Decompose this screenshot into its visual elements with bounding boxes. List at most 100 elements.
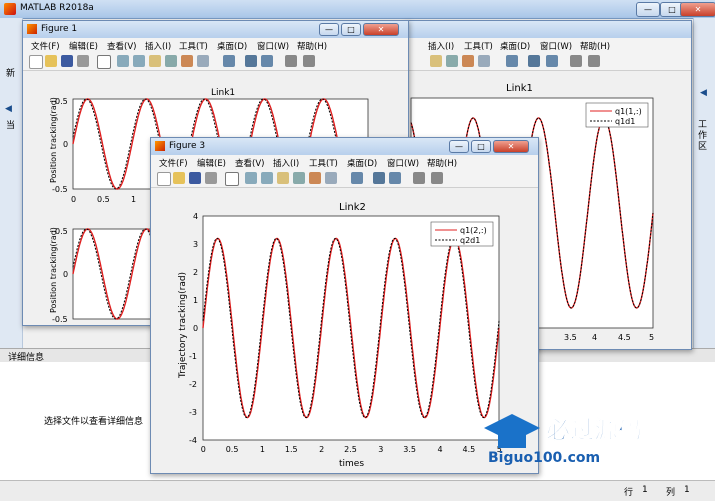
menu-tools[interactable]: 工具(T) (309, 157, 338, 169)
link-plot-icon[interactable] (506, 55, 518, 67)
menu-window[interactable]: 窗口(W) (387, 157, 419, 169)
save-icon[interactable] (189, 172, 201, 184)
menu-view[interactable]: 查看(V) (107, 40, 136, 52)
zoom-out-icon[interactable] (261, 172, 273, 184)
menu-file[interactable]: 文件(F) (31, 40, 60, 52)
close-button[interactable]: ✕ (680, 2, 715, 17)
menu-insert[interactable]: 插入(I) (273, 157, 299, 169)
fig2-menu-tools[interactable]: 工具(T) (464, 40, 493, 52)
fig3-maximize-button[interactable]: □ (471, 140, 491, 153)
row-label: 行 (624, 488, 634, 498)
legend-icon[interactable] (389, 172, 401, 184)
fig3-ytick: 0 (193, 324, 198, 333)
datatip-icon[interactable] (462, 55, 474, 67)
fig1-ylabel: Position tracking(rad) (49, 97, 58, 183)
zoom-in-icon[interactable] (117, 55, 129, 67)
datatip-icon[interactable] (181, 55, 193, 67)
fig3-minimize-button[interactable]: — (449, 140, 469, 153)
minimize-button[interactable]: — (636, 2, 660, 17)
menu-desktop[interactable]: 桌面(D) (347, 157, 377, 169)
open-file-icon[interactable] (173, 172, 185, 184)
matlab-title: MATLAB R2018a (20, 3, 94, 13)
rotate-icon[interactable] (293, 172, 305, 184)
print-icon[interactable] (77, 55, 89, 67)
pointer-icon[interactable] (225, 172, 239, 186)
fig1-close-button[interactable]: ✕ (363, 23, 399, 36)
legend-icon[interactable] (261, 55, 273, 67)
colorbar-icon[interactable] (373, 172, 385, 184)
hide-tools-icon[interactable] (285, 55, 297, 67)
menu-help[interactable]: 帮助(H) (297, 40, 327, 52)
menu-desktop[interactable]: 桌面(D) (217, 40, 247, 52)
print-icon[interactable] (205, 172, 217, 184)
figure-1-title: Figure 1 (41, 24, 78, 34)
pointer-icon[interactable] (97, 55, 111, 69)
figure-2-toolbar (406, 53, 691, 71)
link-plot-icon[interactable] (351, 172, 363, 184)
show-tools-icon[interactable] (303, 55, 315, 67)
fig3-ytick: -2 (189, 380, 197, 389)
figure-icon (155, 141, 165, 151)
zoom-in-icon[interactable] (245, 172, 257, 184)
fig3-ytick: 3 (193, 240, 198, 249)
brush-icon[interactable] (197, 55, 209, 67)
fig3-ytick: 2 (193, 268, 198, 277)
workspace-tab-label[interactable]: 工作区 (698, 120, 710, 153)
save-icon[interactable] (61, 55, 73, 67)
show-tools-icon[interactable] (588, 55, 600, 67)
fig1-ytick: -0.5 (52, 315, 68, 324)
fig2-menu-insert[interactable]: 插入(I) (428, 40, 454, 52)
fig1-xtick: 0 (71, 195, 76, 204)
link-plot-icon[interactable] (223, 55, 235, 67)
menu-view[interactable]: 查看(V) (235, 157, 264, 169)
menu-edit[interactable]: 编辑(E) (197, 157, 226, 169)
new-figure-icon[interactable] (157, 172, 171, 186)
fig3-xtick: 2 (319, 445, 324, 454)
fig1-maximize-button[interactable]: □ (341, 23, 361, 36)
pan-icon[interactable] (149, 55, 161, 67)
hide-tools-icon[interactable] (413, 172, 425, 184)
col-label: 列 (666, 488, 676, 498)
fig2-menu-window[interactable]: 窗口(W) (540, 40, 572, 52)
menu-window[interactable]: 窗口(W) (257, 40, 289, 52)
fig3-ytick: -4 (189, 436, 197, 445)
colorbar-icon[interactable] (528, 55, 540, 67)
show-tools-icon[interactable] (431, 172, 443, 184)
fig2-xtick: 4 (592, 333, 597, 342)
watermark-url: Biguo100.com (488, 450, 600, 466)
new-figure-icon[interactable] (29, 55, 43, 69)
datatip-icon[interactable] (309, 172, 321, 184)
brush-icon[interactable] (325, 172, 337, 184)
fig3-xtick: 4 (438, 445, 443, 454)
colorbar-icon[interactable] (245, 55, 257, 67)
fig3-xtick: 4.5 (463, 445, 476, 454)
expand-right-icon[interactable]: ◀ (700, 88, 707, 98)
brush-icon[interactable] (478, 55, 490, 67)
zoom-out-icon[interactable] (133, 55, 145, 67)
fig1-xtick: 1 (131, 195, 136, 204)
fig1-axes-title: Link1 (211, 88, 235, 98)
fig1-minimize-button[interactable]: — (319, 23, 339, 36)
rotate-icon[interactable] (446, 55, 458, 67)
status-bar: 行 1 列 1 (0, 480, 715, 501)
menu-edit[interactable]: 编辑(E) (69, 40, 98, 52)
fig2-menu-help[interactable]: 帮助(H) (580, 40, 610, 52)
back-arrow-icon[interactable]: ◀ (5, 104, 12, 114)
fig3-xtick: 3.5 (403, 445, 416, 454)
figure-3-menubar: 文件(F) 编辑(E) 查看(V) 插入(I) 工具(T) 桌面(D) 窗口(W… (151, 155, 538, 171)
fig2-menu-desktop[interactable]: 桌面(D) (500, 40, 530, 52)
rotate-icon[interactable] (165, 55, 177, 67)
legend-icon[interactable] (546, 55, 558, 67)
fig3-close-button[interactable]: ✕ (493, 140, 529, 153)
fig3-xtick: 1.5 (285, 445, 298, 454)
menu-help[interactable]: 帮助(H) (427, 157, 457, 169)
pan-icon[interactable] (277, 172, 289, 184)
menu-tools[interactable]: 工具(T) (179, 40, 208, 52)
figure-3-title-bar: Figure 3 — □ ✕ (151, 138, 538, 155)
menu-insert[interactable]: 插入(I) (145, 40, 171, 52)
hide-tools-icon[interactable] (570, 55, 582, 67)
menu-file[interactable]: 文件(F) (159, 157, 188, 169)
pan-icon[interactable] (430, 55, 442, 67)
fig3-legend-label-1: q1(2,:) (460, 226, 487, 235)
open-file-icon[interactable] (45, 55, 57, 67)
